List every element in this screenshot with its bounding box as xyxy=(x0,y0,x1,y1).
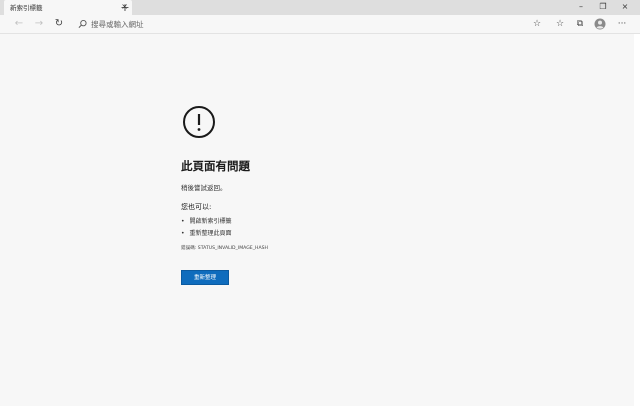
browser-window: 新索引標籤 × + – ❐ × ← → ↻ ☆ ☆ ⧉ ··· xyxy=(0,0,640,406)
tab-title: 新索引標籤 xyxy=(10,4,43,12)
profile-avatar-icon[interactable] xyxy=(594,18,606,30)
suggestion-item: 開啟新索引標籤 xyxy=(181,216,232,225)
suggestions-title: 您也可以: xyxy=(181,203,212,211)
tab-new-tab[interactable]: 新索引標籤 × xyxy=(4,0,132,15)
favorites-bar-icon[interactable]: ☆ xyxy=(554,18,566,30)
reload-button[interactable]: 重新整理 xyxy=(181,270,229,285)
tab-strip: 新索引標籤 × + – ❐ × xyxy=(0,0,640,15)
error-subtext: 稍後嘗試返回。 xyxy=(181,184,227,192)
more-menu-icon[interactable]: ··· xyxy=(616,18,628,30)
forward-button[interactable]: → xyxy=(32,15,46,33)
new-tab-button[interactable]: + xyxy=(119,0,131,15)
favorite-star-icon[interactable]: ☆ xyxy=(531,18,543,30)
error-page: 此頁面有問題 稍後嘗試返回。 您也可以: 開啟新索引標籤 重新整理此頁面 錯誤碼… xyxy=(4,34,634,402)
avatar-icon xyxy=(594,18,606,30)
address-bar[interactable] xyxy=(74,17,524,31)
error-code: 錯誤碼: STATUS_INVALID_IMAGE_HASH xyxy=(181,246,268,251)
refresh-button[interactable]: ↻ xyxy=(52,15,66,33)
minimize-button[interactable]: – xyxy=(571,0,591,15)
error-alert-icon xyxy=(183,106,215,138)
suggestion-item: 重新整理此頁面 xyxy=(181,228,232,237)
search-icon xyxy=(78,19,87,28)
restore-button[interactable]: ❐ xyxy=(593,0,613,15)
close-window-button[interactable]: × xyxy=(615,0,635,15)
address-input[interactable] xyxy=(91,17,511,31)
window-edge xyxy=(634,34,640,406)
toolbar: ← → ↻ ☆ ☆ ⧉ ··· xyxy=(0,15,640,34)
collections-icon[interactable]: ⧉ xyxy=(574,18,586,30)
back-button[interactable]: ← xyxy=(12,15,26,33)
page-title: 此頁面有問題 xyxy=(181,159,250,173)
